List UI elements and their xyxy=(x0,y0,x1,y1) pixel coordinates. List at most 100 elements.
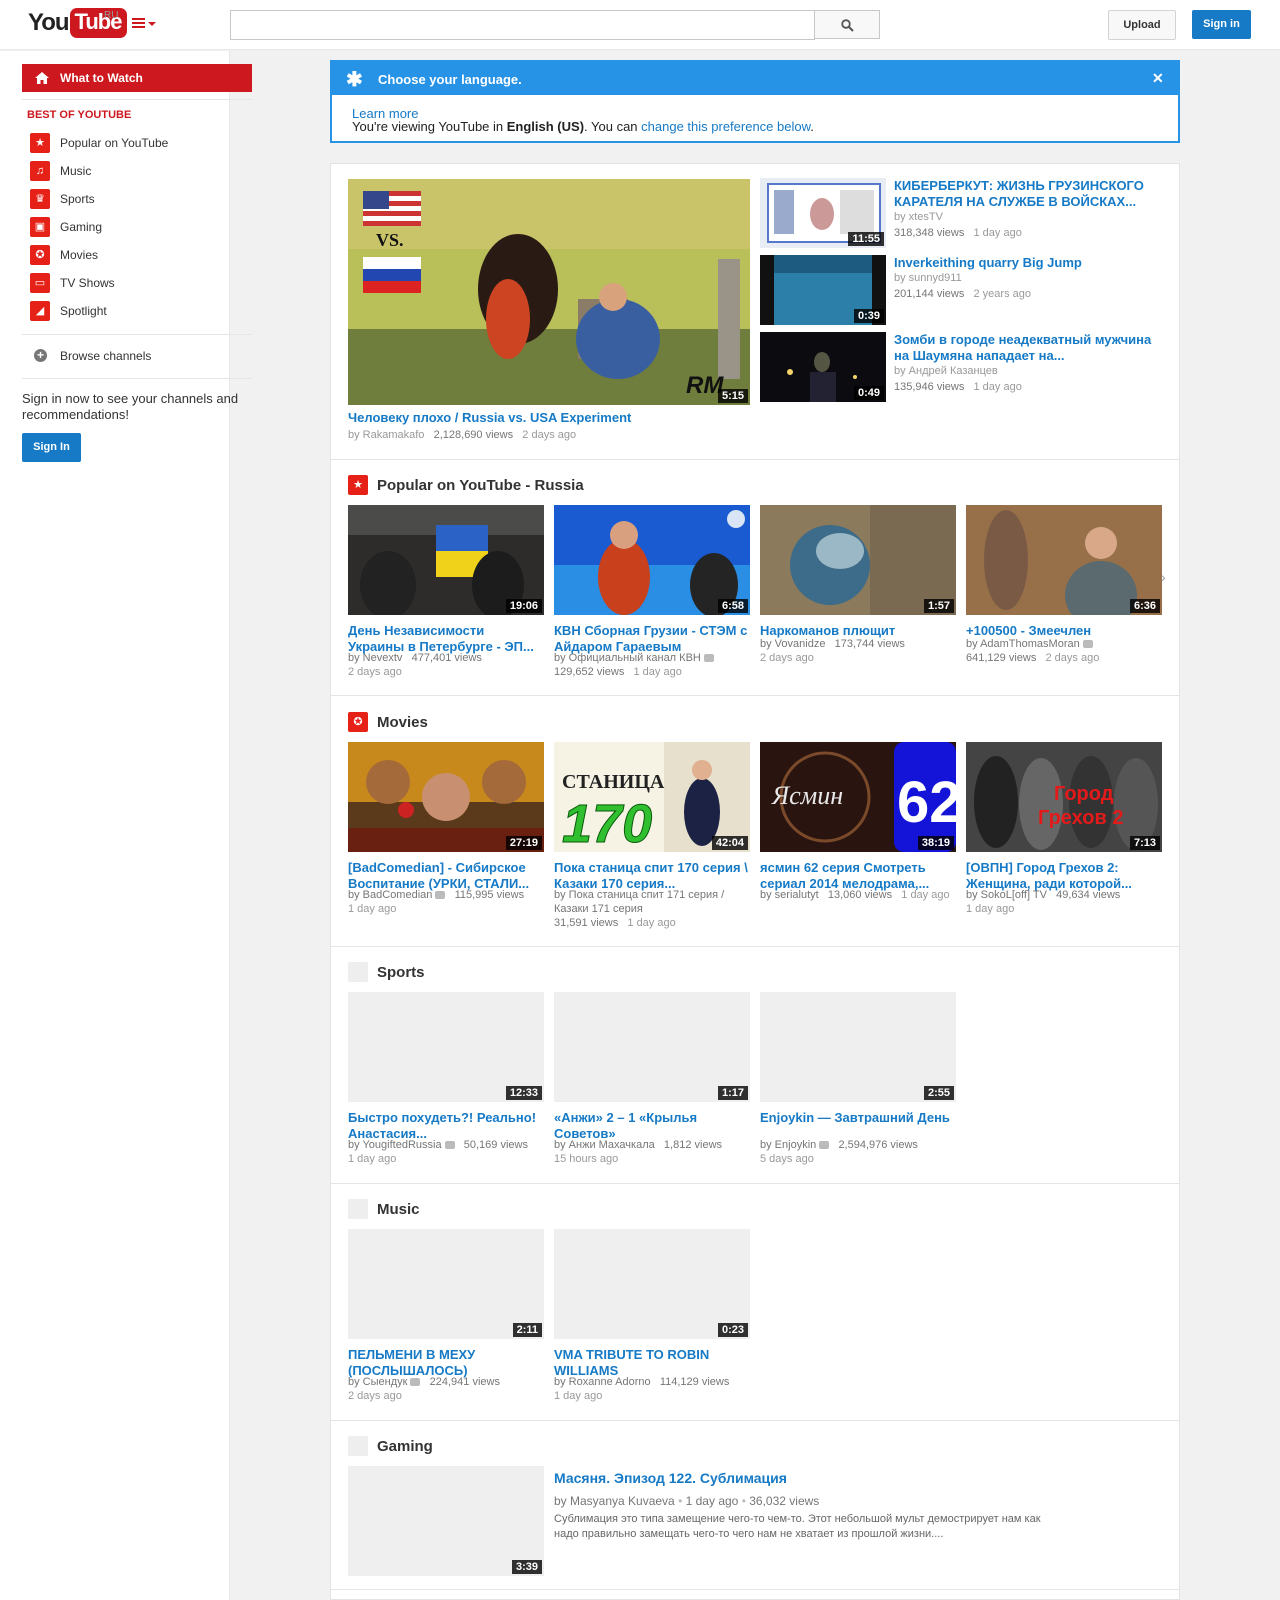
guide-item-gaming[interactable]: ▣ Gaming xyxy=(22,214,252,240)
featured-side-video[interactable]: 0:49 Зомби в городе неадекватный мужчина… xyxy=(760,332,1170,402)
channel-name[interactable]: by Пока станица спит 171 серия / Казаки … xyxy=(554,888,734,916)
channel-label[interactable]: by xtesTV xyxy=(894,211,943,223)
video-duration: 2:55 xyxy=(923,1086,954,1100)
view-count: 31,591 views xyxy=(554,917,619,929)
upload-age: 1 day ago xyxy=(901,889,950,901)
guide-item-label: Music xyxy=(60,164,92,178)
channel-name[interactable]: by Rakamakafo xyxy=(348,429,424,441)
guide-item-music[interactable]: ♫ Music xyxy=(22,158,252,184)
video-thumbnail[interactable]: 19:06 xyxy=(348,505,544,615)
channel-label[interactable]: by Андрей Казанцев xyxy=(894,365,998,377)
channel-name[interactable]: by Masyanya Kuvaeva xyxy=(554,1494,675,1508)
video-thumbnail[interactable]: 0:49 xyxy=(760,332,886,402)
view-count: 50,169 views xyxy=(463,1139,528,1151)
close-icon[interactable]: ✕ xyxy=(1152,70,1164,87)
guide-sidebar: What to Watch BEST OF YOUTUBE ★ Popular … xyxy=(0,51,252,1600)
guide-item-label: TV Shows xyxy=(60,276,115,290)
upload-age: 2 days ago xyxy=(348,1390,402,1402)
video-card[interactable]: 3:39 xyxy=(348,1466,544,1576)
upload-age: 1 day ago xyxy=(554,1390,603,1402)
video-thumbnail[interactable]: 6:36 xyxy=(966,505,1162,615)
video-thumbnail[interactable]: 2:55 xyxy=(760,992,956,1102)
guide-section-heading: BEST OF YOUTUBE xyxy=(27,109,132,121)
video-thumbnail[interactable]: 1:57 xyxy=(760,505,956,615)
guide-item-label: Movies xyxy=(60,248,99,262)
video-meta: by Roxanne Adorno 114,129 views xyxy=(554,1375,754,1389)
search-button[interactable] xyxy=(814,10,880,39)
guide-item-popular[interactable]: ★ Popular on YouTube xyxy=(22,130,252,156)
video-meta: by serialutyt 13,060 views 1 day ago xyxy=(760,888,960,902)
chevron-right-icon[interactable]: › xyxy=(1161,569,1166,585)
video-meta: by Официальный канал КВН xyxy=(554,651,754,665)
shelf-title[interactable]: Popular on YouTube - Russia xyxy=(377,477,584,494)
video-thumbnail[interactable]: 12:33 xyxy=(348,992,544,1102)
video-thumbnail[interactable]: СТАНИЦА 170 42:04 xyxy=(554,742,750,852)
guide-item-sports[interactable]: ♛ Sports xyxy=(22,186,252,212)
upload-button[interactable]: Upload xyxy=(1108,10,1176,40)
channel-name[interactable]: by SokoL[off] TV xyxy=(966,889,1047,901)
guide-item-tv-shows[interactable]: ▭ TV Shows xyxy=(22,270,252,296)
sidebar-sign-in-button[interactable]: Sign In xyxy=(22,433,81,462)
channel-name[interactable]: by Официальный канал КВН xyxy=(554,652,701,664)
side-video-info: Inverkeithing quarry Big Jump by sunnyd9… xyxy=(894,255,1164,301)
guide-item-browse-channels[interactable]: + Browse channels xyxy=(22,343,252,369)
language-notice: You're viewing YouTube in English (US). … xyxy=(352,119,814,134)
upload-age: 15 hours ago xyxy=(554,1153,619,1165)
video-thumbnail[interactable]: 6:58 xyxy=(554,505,750,615)
channel-name[interactable]: by Nevextv xyxy=(348,652,402,664)
channel-label[interactable]: by sunnyd911 xyxy=(894,272,962,284)
divider xyxy=(331,1589,1179,1590)
featured-video-title[interactable]: Человеку плохо / Russia vs. USA Experime… xyxy=(348,410,750,426)
video-thumbnail[interactable]: 3:39 xyxy=(348,1466,544,1576)
channel-name[interactable]: by AdamThomasMoran xyxy=(966,638,1080,650)
guide-item-movies[interactable]: ✪ Movies xyxy=(22,242,252,268)
video-thumbnail[interactable]: 0:23 xyxy=(554,1229,750,1339)
channel-name[interactable]: by Сыендук xyxy=(348,1376,407,1388)
upload-age: 2 days ago xyxy=(522,429,577,441)
notice-text: . xyxy=(810,119,814,134)
view-count: 2,594,976 views xyxy=(838,1139,918,1151)
change-preference-link[interactable]: change this preference below xyxy=(641,119,810,134)
channel-name[interactable]: by serialutyt xyxy=(760,889,819,901)
featured-video-meta: by Rakamakafo 2,128,690 views 2 days ago xyxy=(348,428,576,442)
video-thumbnail[interactable]: 1:17 xyxy=(554,992,750,1102)
featured-side-video[interactable]: 11:55 КИБЕРБЕРКУТ: ЖИЗНЬ ГРУЗИНСКОГО КАР… xyxy=(760,178,1170,248)
channel-name[interactable]: by YougiftedRussia xyxy=(348,1139,442,1151)
guide-item-spotlight[interactable]: ◢ Spotlight xyxy=(22,298,252,324)
view-count: 173,744 views xyxy=(834,638,905,650)
verified-icon xyxy=(444,1141,455,1150)
video-title[interactable]: Inverkeithing quarry Big Jump xyxy=(894,255,1082,270)
sign-in-button[interactable]: Sign in xyxy=(1192,10,1251,39)
guide-item-what-to-watch[interactable]: What to Watch xyxy=(22,64,252,92)
channel-name[interactable]: by Анжи Махачкала xyxy=(554,1139,655,1151)
video-thumbnail[interactable]: Город Грехов 2 7:13 xyxy=(966,742,1162,852)
featured-video-thumbnail[interactable]: VS. RM 5:15 xyxy=(348,179,750,405)
video-meta: by YougiftedRussia 50,169 views xyxy=(348,1138,548,1152)
video-thumbnail[interactable]: 11:55 xyxy=(760,178,886,248)
video-stats: 31,591 views 1 day ago xyxy=(554,916,754,930)
shelf-title[interactable]: Music xyxy=(377,1201,420,1218)
channel-name[interactable]: by Vovanidze xyxy=(760,638,825,650)
search-input[interactable] xyxy=(230,10,815,40)
channel-name[interactable]: by BadComedian xyxy=(348,889,432,901)
guide-menu-button[interactable] xyxy=(132,15,158,33)
video-thumbnail[interactable]: Ясмин 62 38:19 xyxy=(760,742,956,852)
channel-name[interactable]: by Roxanne Adorno xyxy=(554,1376,651,1388)
video-duration: 5:15 xyxy=(717,389,748,403)
featured-side-video[interactable]: 0:39 Inverkeithing quarry Big Jump by su… xyxy=(760,255,1170,325)
shelf-title[interactable]: Gaming xyxy=(377,1438,433,1455)
film-reel-icon: ✪ xyxy=(30,245,50,265)
video-title[interactable]: КИБЕРБЕРКУТ: ЖИЗНЬ ГРУЗИНСКОГО КАРАТЕЛЯ … xyxy=(894,178,1144,209)
shelf-title[interactable]: Sports xyxy=(377,964,425,981)
video-thumbnail[interactable]: 27:19 xyxy=(348,742,544,852)
upload-age: 1 day ago xyxy=(348,1153,397,1165)
video-title[interactable]: Enjoykin — Завтрашний День xyxy=(760,1110,956,1126)
video-thumbnail[interactable]: 2:11 xyxy=(348,1229,544,1339)
video-title[interactable]: Масяня. Эпизод 122. Сублимация xyxy=(554,1470,787,1486)
video-stats: 135,946 views 1 day ago xyxy=(894,380,1164,394)
channel-name[interactable]: by Enjoykin xyxy=(760,1139,816,1151)
video-title[interactable]: Зомби в городе неадекватный мужчина на Ш… xyxy=(894,332,1151,363)
youtube-logo[interactable]: You Tube RU xyxy=(28,8,128,38)
video-thumbnail[interactable]: 0:39 xyxy=(760,255,886,325)
shelf-title[interactable]: Movies xyxy=(377,714,428,731)
